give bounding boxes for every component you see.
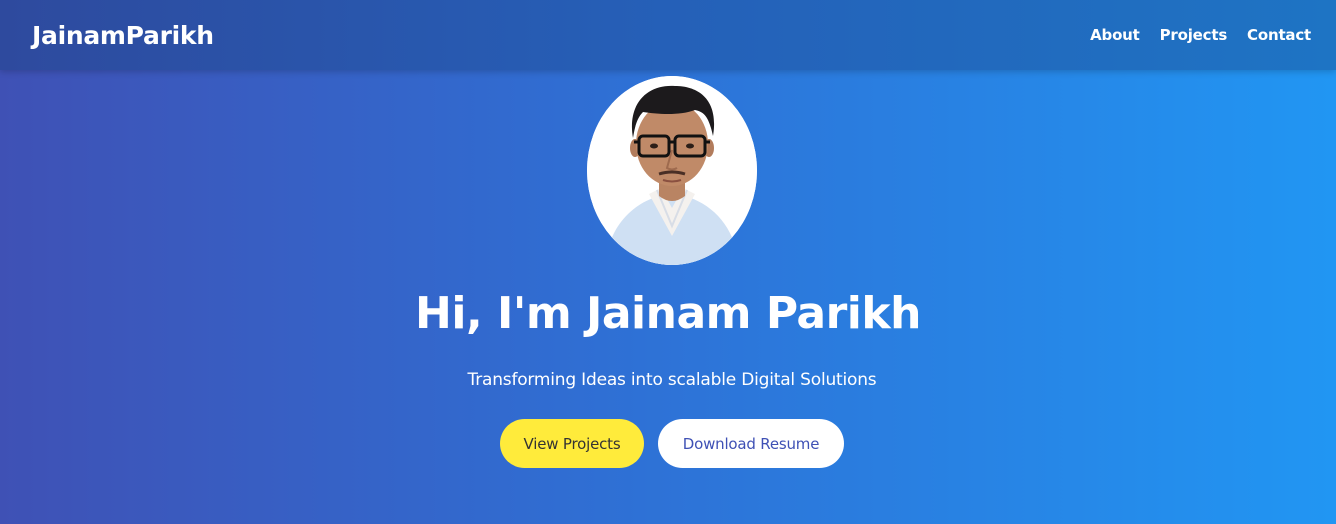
profile-photo-icon: [587, 76, 757, 265]
view-projects-button[interactable]: View Projects: [500, 419, 644, 468]
nav-link-contact[interactable]: Contact: [1247, 26, 1311, 44]
hero-subtitle: Transforming Ideas into scalable Digital…: [467, 370, 877, 390]
download-resume-button[interactable]: Download Resume: [658, 419, 844, 468]
avatar: [587, 76, 757, 265]
nav-link-about[interactable]: About: [1090, 26, 1140, 44]
nav-link-projects[interactable]: Projects: [1160, 26, 1228, 44]
brand-logo[interactable]: JainamParikh: [32, 21, 214, 50]
nav-links: About Projects Contact: [1090, 26, 1311, 44]
hero-title: Hi, I'm Jainam Parikh: [415, 288, 921, 339]
navbar: JainamParikh About Projects Contact: [0, 0, 1336, 70]
